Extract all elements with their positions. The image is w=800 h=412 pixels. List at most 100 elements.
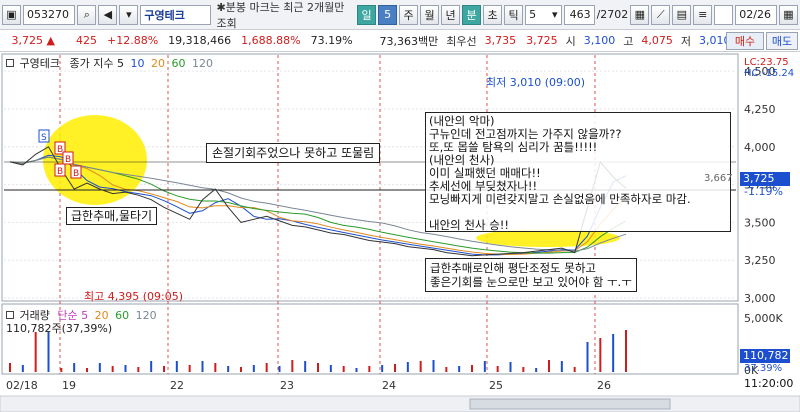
period-second-button[interactable]: 초 <box>483 4 503 25</box>
highlight-ellipse <box>43 115 147 205</box>
volume-bar <box>355 368 358 372</box>
price-tick-label: 3,250 <box>744 254 776 267</box>
volume-bar <box>240 367 242 372</box>
period-day-button[interactable]: 일 <box>357 4 377 25</box>
dropdown-icon[interactable]: ▾ <box>119 4 139 25</box>
interval-select[interactable]: 5 ▾ <box>525 4 562 25</box>
trade-marker-label: B <box>57 167 63 177</box>
volume-bar <box>86 368 88 372</box>
stock-name-field[interactable]: 구영테크 <box>140 4 211 25</box>
volume-bar <box>586 342 589 372</box>
volume-bar <box>368 366 371 372</box>
volume-bar <box>265 363 268 372</box>
list-icon[interactable]: ≡ <box>693 4 713 25</box>
volume-bar <box>560 361 563 372</box>
volume-bar <box>278 366 281 372</box>
calendar-icon[interactable]: ▦ <box>779 4 798 25</box>
counter-total: /2702 <box>596 8 629 21</box>
period-month-button[interactable]: 월 <box>420 4 440 25</box>
annotation-box-1: 급한추매,물타기 <box>66 207 158 225</box>
price-tick-label: 4,250 <box>744 103 776 116</box>
legend-ma-10: 10 <box>130 57 145 70</box>
grid-icon[interactable]: ▦ <box>630 4 650 25</box>
high-price: 4,075 <box>641 34 673 47</box>
volume-bar <box>9 363 11 372</box>
volume-bar <box>98 363 101 372</box>
period-week-button[interactable]: 주 <box>399 4 419 25</box>
time-tick-label: 23 <box>280 379 294 392</box>
volume: 19,318,466 <box>168 34 232 47</box>
volume-bar <box>227 366 230 372</box>
period-minute-button[interactable]: 분 <box>462 4 482 25</box>
legend-stock-name: 구영테크 <box>19 57 60 70</box>
buy-button[interactable]: 매수 <box>726 32 764 50</box>
volume-bar <box>60 368 63 372</box>
notice-icon: ✱ <box>216 0 226 14</box>
date-field[interactable]: 02/26 <box>735 4 777 25</box>
notice-text: ✱분봉 마크는 최근 2개월만 조회 <box>216 0 345 30</box>
volume-bar <box>163 366 165 372</box>
min-price-label: 최저 3,010 (09:00) <box>486 76 586 89</box>
trade-marker-label: B <box>65 155 71 165</box>
volume-bar <box>522 367 525 372</box>
best-ask: 3,735 <box>484 34 517 47</box>
volume-bar <box>47 332 50 372</box>
volume-tag-pct: 37.39% <box>744 363 783 374</box>
price-chart[interactable]: 4,5004,2504,0003,7503,5003,2503,000 5,00… <box>0 52 800 412</box>
price-tick-label: 3,000 <box>744 292 776 305</box>
volume-bar <box>535 368 538 372</box>
sell-button[interactable]: 매도 <box>766 32 798 50</box>
volume-tick-label: 5,000K <box>744 312 783 325</box>
price-legend: 구영테크 종가 지수 5 10 20 60 120 <box>6 55 213 71</box>
best-label: 최우선 <box>446 34 477 48</box>
volume-bar <box>548 360 550 372</box>
legend-ma-20: 20 <box>150 57 165 70</box>
volume-bar <box>445 367 448 372</box>
trade-marker-label: B <box>57 145 63 155</box>
volume-pct: 1,688.88% <box>241 34 301 47</box>
price-tick-label: 3,500 <box>744 216 776 229</box>
volume-bar <box>625 330 627 372</box>
legend-ma-label: 종가 지수 5 <box>69 57 124 70</box>
search-icon[interactable]: ⌕ <box>77 4 97 25</box>
legend-vol-ma-120: 120 <box>135 309 157 322</box>
volume-tag: 110,782 <box>740 349 790 363</box>
legend-box-icon <box>6 311 14 319</box>
volume-bar <box>291 360 294 372</box>
annotation-box-3: (내안의 악마) 구뉴인데 전고점까지는 가주지 않을까?? 또,또 몹쓸 탐욕… <box>425 112 731 232</box>
volume-bar <box>188 365 191 372</box>
price-change: 425 <box>76 34 97 47</box>
legend-ma-60: 60 <box>171 57 186 70</box>
speaker-icon[interactable]: ◀ <box>98 4 118 25</box>
time-tick-label: 02/18 <box>6 379 38 392</box>
period-year-button[interactable]: 년 <box>441 4 461 25</box>
price-tag-pct: -1.19% <box>744 185 783 198</box>
open-price: 3,100 <box>583 34 616 47</box>
counter-field[interactable]: 463 <box>563 4 595 25</box>
stock-search-button[interactable]: ▣ <box>2 4 21 25</box>
trend-icon[interactable]: ⟋ <box>651 4 671 25</box>
volume-bar <box>201 361 204 372</box>
annotation-box-2: 손절기회주었으나 못하고 또물림 <box>206 143 381 163</box>
stock-code-input[interactable]: 053270 <box>23 4 76 25</box>
checkbox[interactable] <box>714 4 734 25</box>
time-tick-label: 19 <box>62 379 76 392</box>
period-tick-button[interactable]: 틱 <box>504 4 524 25</box>
open-label: 시 <box>565 34 576 48</box>
annotation-box-4: 급한추매로인해 평단조정도 못하고 좋은기회를 눈으로만 보고 있어야 함 ㅜ.… <box>425 258 637 292</box>
volume-bar <box>509 362 512 372</box>
time-right-label: 11:20:00 <box>744 377 794 390</box>
best-bid: 3,725 <box>526 34 558 47</box>
scroll-thumb[interactable] <box>469 398 671 410</box>
trade-amount: 73,363백만 <box>379 34 439 48</box>
time-tick-label: 26 <box>597 379 611 392</box>
volume-bar <box>150 361 153 372</box>
max-price-label: 최고 4,395 (09:05) <box>84 290 184 303</box>
chart-scrollbar[interactable] <box>0 395 800 412</box>
period-day-count[interactable]: 5 <box>378 4 398 25</box>
volume-bar <box>573 367 576 372</box>
price-tick-label: 4,000 <box>744 141 776 154</box>
save-icon[interactable]: ▤ <box>672 4 692 25</box>
quote-bar: 3,725 ▲ 425 +12.88% 19,318,466 1,688.88%… <box>0 30 800 52</box>
volume-bar <box>137 367 140 372</box>
